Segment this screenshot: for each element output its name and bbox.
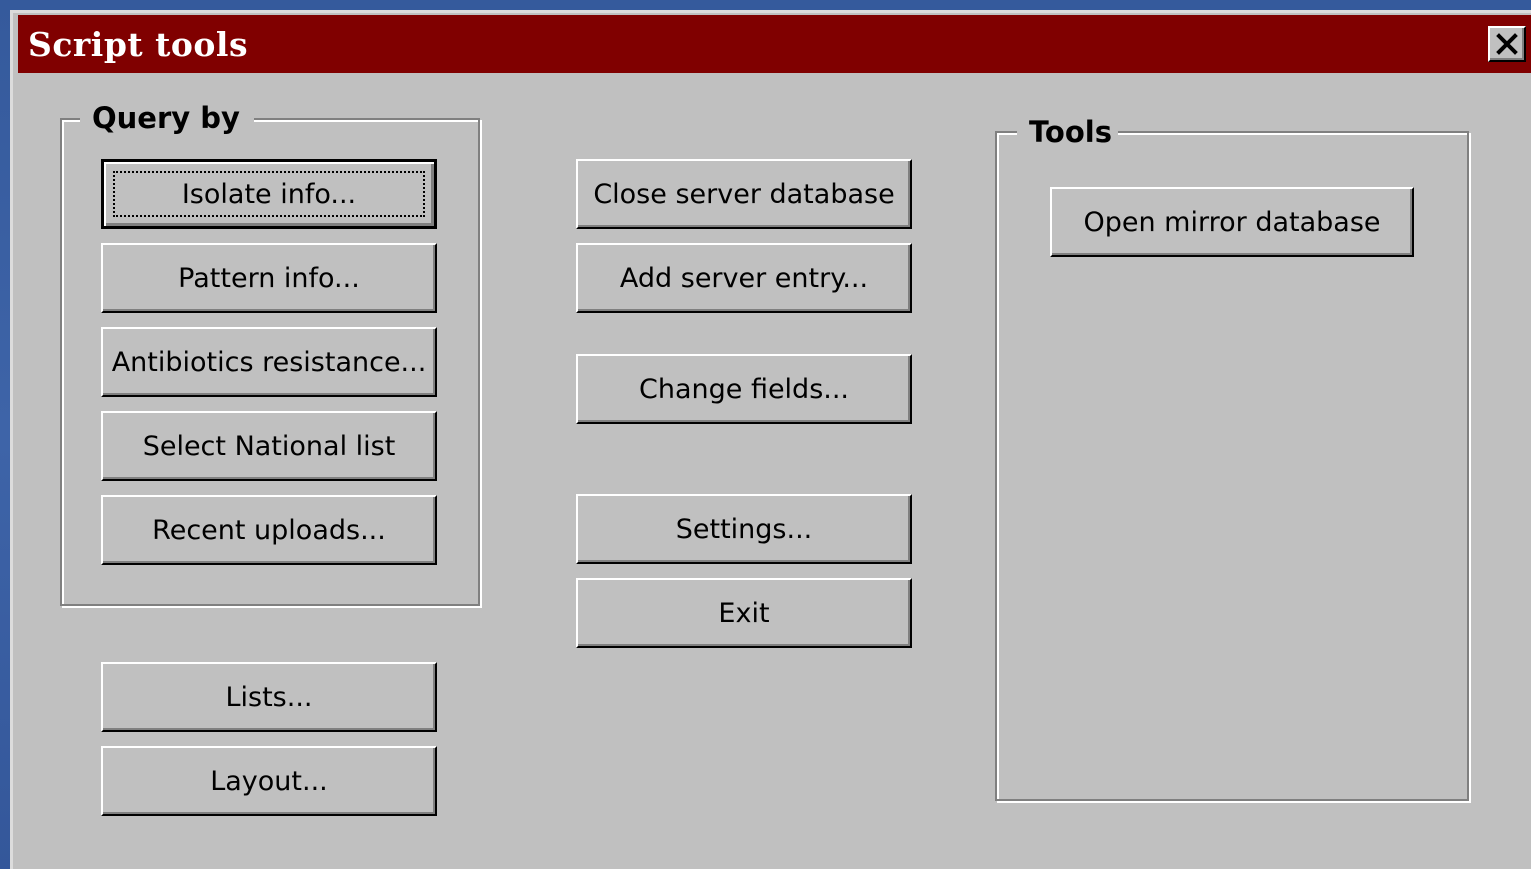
close-server-database-button[interactable]: Close server database: [576, 159, 912, 229]
isolate-info-button[interactable]: Isolate info...: [101, 159, 437, 229]
close-button[interactable]: [1488, 26, 1526, 62]
pattern-info-button[interactable]: Pattern info...: [101, 243, 437, 313]
antibiotics-resistance-button[interactable]: Antibiotics resistance...: [101, 327, 437, 397]
exit-button[interactable]: Exit: [576, 578, 912, 648]
add-server-entry-button[interactable]: Add server entry...: [576, 243, 912, 313]
tools-label: Tools: [1017, 116, 1118, 148]
open-mirror-database-button[interactable]: Open mirror database: [1050, 187, 1414, 257]
change-fields-button[interactable]: Change fields...: [576, 354, 912, 424]
window-title: Script tools: [28, 25, 249, 64]
lists-button[interactable]: Lists...: [101, 662, 437, 732]
recent-uploads-button[interactable]: Recent uploads...: [101, 495, 437, 565]
settings-button[interactable]: Settings...: [576, 494, 912, 564]
query-by-label: Query by: [80, 102, 254, 134]
select-national-list-button[interactable]: Select National list: [101, 411, 437, 481]
title-bar[interactable]: Script tools: [18, 15, 1531, 73]
script-tools-dialog: Script tools Query by Isolate info... Pa…: [10, 10, 1531, 869]
close-icon: [1496, 33, 1518, 55]
layout-button[interactable]: Layout...: [101, 746, 437, 816]
